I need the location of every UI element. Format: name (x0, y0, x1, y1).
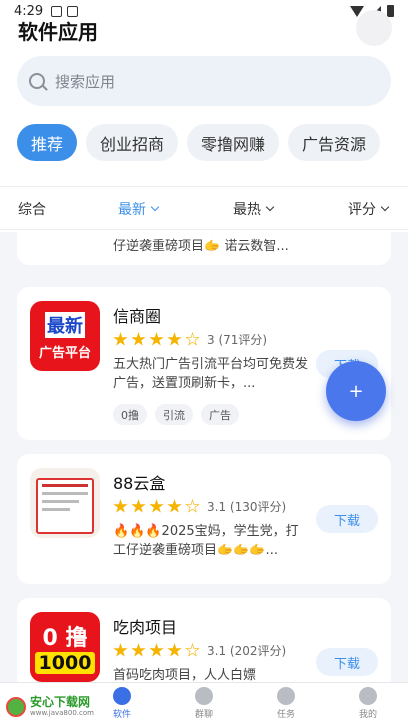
app-name: 88云盒 (113, 474, 166, 493)
star-icon (167, 499, 182, 513)
top-area: 4:29 软件应用 搜索应用 推荐 创业招商 零撸网赚 广告资源 综合 最新 最… (0, 0, 408, 232)
app-list: 仔逆袭重磅项目🫱 诺云数智... 最新 广告平台 信商圈 3 (71评分) 五大… (0, 232, 408, 682)
search-icon (29, 73, 45, 89)
tag[interactable]: 引流 (155, 404, 193, 425)
star-icon (149, 499, 164, 513)
app-store-icon (113, 687, 131, 705)
category-tab-zero-cost[interactable]: 零撸网赚 (187, 124, 280, 161)
icon-text: 广告平台 (38, 341, 91, 361)
star-icon (167, 643, 182, 657)
user-icon (359, 687, 377, 705)
coin-icon (277, 687, 295, 705)
sort-label: 综合 (18, 202, 46, 218)
star-icon (131, 332, 146, 346)
rating: 3.1 (130评分) (113, 498, 286, 515)
rating-text: 3.1 (130评分) (207, 500, 287, 514)
rating-text: 3 (71评分) (207, 333, 268, 347)
app-name: 信商圈 (113, 307, 162, 326)
tag-list: 0撸 引流 广告 (113, 404, 239, 425)
sort-label: 评分 (348, 202, 376, 218)
app-description: 🔥🔥🔥2025宝妈，学生党，打工仔逆袭重磅项目🫱🫱🫱... (113, 524, 299, 558)
rating: 3.1 (202评分) (113, 642, 286, 659)
nav-software[interactable]: 软件 (92, 687, 152, 720)
category-tab-recommend[interactable]: 推荐 (17, 124, 78, 161)
sort-bar: 综合 最新 最热 评分 (0, 186, 408, 230)
document-icon (36, 478, 94, 534)
search-bar[interactable]: 搜索应用 (17, 56, 391, 106)
chat-icon (195, 687, 213, 705)
icon-text: 最新 (45, 311, 85, 338)
sort-comprehensive[interactable]: 综合 (18, 199, 46, 219)
chevron-down-icon (150, 202, 160, 212)
icon-text: 0 撸 (42, 626, 88, 651)
category-tabs: 推荐 创业招商 零撸网赚 广告资源 (17, 124, 381, 161)
tag[interactable]: 0撸 (113, 404, 147, 425)
star-icon (131, 499, 146, 513)
watermark-logo-icon (6, 696, 26, 717)
nav-label: 我的 (358, 710, 377, 720)
star-icon (113, 643, 128, 657)
star-icon (131, 643, 146, 657)
rating: 3 (71评分) (113, 331, 267, 348)
app-card[interactable]: 仔逆袭重磅项目🫱 诺云数智... (17, 232, 391, 265)
star-icon (167, 332, 182, 346)
nav-label: 群聊 (194, 710, 213, 720)
sort-label: 最热 (233, 202, 261, 218)
app-icon: 最新 广告平台 (30, 301, 100, 371)
star-icon (113, 332, 128, 346)
chevron-down-icon (380, 202, 390, 212)
star-icon (113, 499, 128, 513)
star-outline-icon (185, 332, 200, 346)
app-description: 五大热门广告引流平台均可免费发广告，送置顶刷新卡，... (113, 357, 309, 391)
app-card[interactable]: 0 撸 1000 吃肉项目 3.1 (202评分) 首码吃肉项目，人人白嫖 下载 (17, 598, 391, 682)
add-button[interactable]: + (326, 361, 386, 421)
chevron-down-icon (265, 202, 275, 212)
page-title: 软件应用 (18, 20, 98, 44)
app-card[interactable]: 88云盒 3.1 (130评分) 🔥🔥🔥2025宝妈，学生党，打工仔逆袭重磅项目… (17, 454, 391, 584)
app-description: 仔逆袭重磅项目🫱 诺云数智... (113, 239, 289, 254)
nav-profile[interactable]: 我的 (338, 687, 398, 720)
watermark-name: 安心下载网 (30, 695, 91, 709)
sort-hottest[interactable]: 最热 (233, 199, 275, 219)
icon-text: 1000 (34, 652, 96, 674)
category-tab-ad-resources[interactable]: 广告资源 (288, 124, 381, 161)
avatar[interactable] (356, 10, 392, 46)
app-description: 首码吃肉项目，人人白嫖 (113, 668, 257, 682)
star-outline-icon (185, 499, 200, 513)
rating-text: 3.1 (202评分) (207, 644, 287, 658)
sort-label: 最新 (118, 202, 146, 218)
app-icon (30, 468, 100, 538)
notification-icon (51, 5, 63, 17)
download-button[interactable]: 下载 (316, 648, 378, 676)
star-outline-icon (185, 643, 200, 657)
sort-rating[interactable]: 评分 (348, 199, 390, 219)
battery-icon (387, 5, 394, 17)
star-icon (149, 332, 164, 346)
app-name: 吃肉项目 (113, 618, 178, 637)
nav-label: 软件 (112, 710, 131, 720)
search-placeholder: 搜索应用 (55, 72, 116, 91)
sort-newest[interactable]: 最新 (118, 199, 160, 219)
app-icon: 0 撸 1000 (30, 612, 100, 682)
nav-label: 任务 (276, 710, 295, 720)
notification-icon (67, 5, 79, 17)
tag[interactable]: 广告 (201, 404, 239, 425)
nav-group-chat[interactable]: 群聊 (174, 687, 234, 720)
watermark: 安心下载网 www.java800.com (2, 694, 98, 719)
watermark-url: www.java800.com (30, 709, 94, 717)
download-button[interactable]: 下载 (316, 505, 378, 533)
star-icon (149, 643, 164, 657)
nav-tasks[interactable]: 任务 (256, 687, 316, 720)
category-tab-startup[interactable]: 创业招商 (86, 124, 179, 161)
app-card[interactable]: 最新 广告平台 信商圈 3 (71评分) 五大热门广告引流平台均可免费发广告，送… (17, 287, 391, 440)
